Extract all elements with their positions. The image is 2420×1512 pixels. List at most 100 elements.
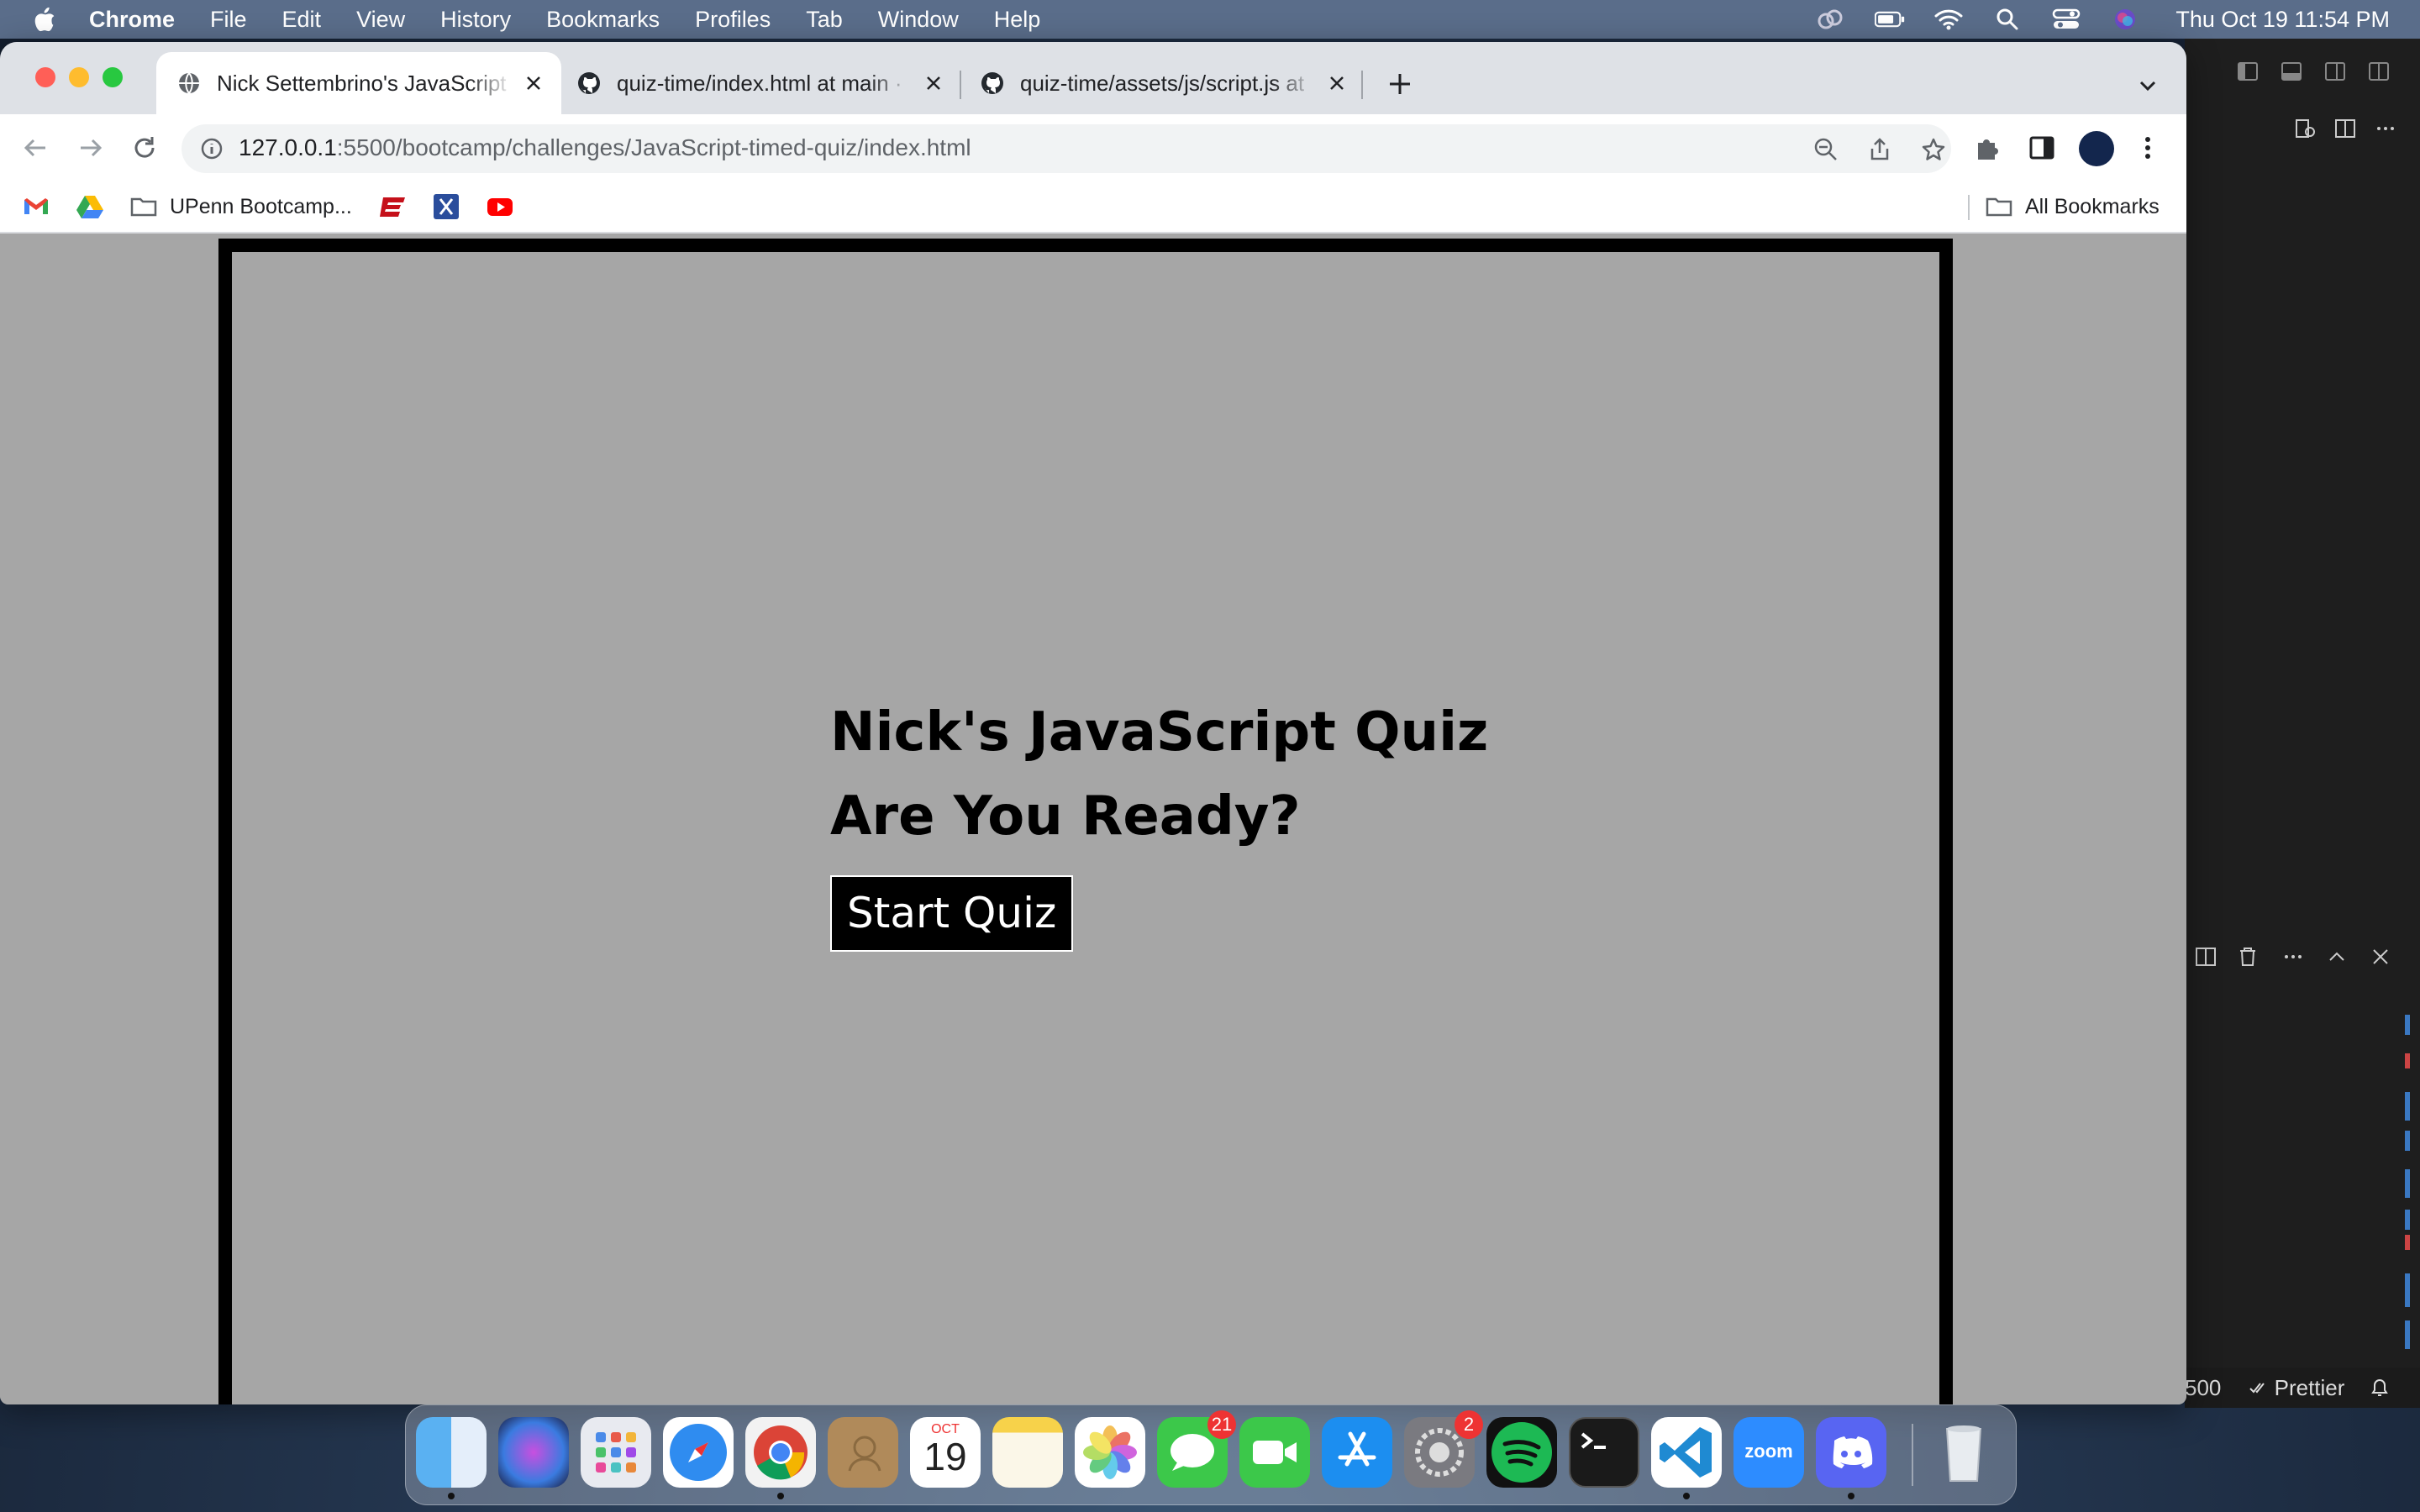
notes-icon[interactable] bbox=[992, 1417, 1063, 1488]
url-text[interactable]: 127.0.0.1:5500/bootcamp/challenges/JavaS… bbox=[239, 134, 971, 161]
youtube-icon bbox=[487, 198, 513, 216]
macos-dock: OCT 19 21 2 zoom bbox=[405, 1404, 2017, 1505]
layout-customize-icon[interactable] bbox=[2368, 60, 2390, 82]
window-minimize-button[interactable] bbox=[69, 67, 89, 87]
tab-github-index[interactable]: quiz-time/index.html at main · bbox=[556, 52, 961, 114]
siri-app-icon[interactable] bbox=[498, 1417, 569, 1488]
start-quiz-button[interactable]: Start Quiz bbox=[830, 875, 1074, 952]
split-editor-icon[interactable] bbox=[2334, 118, 2356, 139]
zoom-app-icon[interactable]: zoom bbox=[1733, 1417, 1804, 1488]
extensions-puzzle-icon[interactable] bbox=[1973, 133, 2003, 163]
launchpad-icon[interactable] bbox=[581, 1417, 651, 1488]
toggle-secondary-sidebar-icon[interactable] bbox=[2324, 60, 2346, 82]
zoom-out-icon[interactable] bbox=[1813, 137, 1839, 162]
tab-search-chevron-icon[interactable] bbox=[2136, 74, 2160, 97]
scroll-marker bbox=[2405, 1235, 2410, 1250]
bookmark-youtube[interactable] bbox=[486, 192, 514, 222]
safari-icon[interactable] bbox=[663, 1417, 734, 1488]
bookmark-folder-upenn[interactable]: UPenn Bootcamp... bbox=[129, 192, 352, 222]
menu-history[interactable]: History bbox=[440, 7, 511, 33]
scroll-marker bbox=[2405, 1092, 2410, 1121]
bookmark-all-bookmarks[interactable]: All Bookmarks bbox=[1985, 192, 2160, 222]
bell-icon[interactable] bbox=[2370, 1377, 2390, 1399]
menu-profiles[interactable]: Profiles bbox=[695, 7, 771, 33]
finder-icon[interactable] bbox=[416, 1417, 487, 1488]
facetime-icon[interactable] bbox=[1239, 1417, 1310, 1488]
dock-divider bbox=[1912, 1424, 1913, 1486]
tab-github-script[interactable]: quiz-time/assets/js/script.js at bbox=[960, 52, 1365, 114]
profile-avatar[interactable] bbox=[2079, 131, 2114, 166]
menu-view[interactable]: View bbox=[356, 7, 405, 33]
forward-arrow-icon[interactable] bbox=[76, 133, 106, 163]
discord-icon[interactable] bbox=[1816, 1417, 1886, 1488]
creative-cloud-icon[interactable] bbox=[1816, 7, 1846, 32]
menu-app-name[interactable]: Chrome bbox=[89, 7, 175, 33]
split-terminal-icon[interactable] bbox=[2195, 946, 2217, 968]
scroll-marker bbox=[2405, 1320, 2410, 1349]
system-settings-icon[interactable]: 2 bbox=[1404, 1410, 1483, 1488]
spotlight-search-icon[interactable] bbox=[1992, 7, 2023, 32]
menubar-clock[interactable]: Thu Oct 19 11:54 PM bbox=[2175, 7, 2390, 33]
toggle-sidebar-icon[interactable] bbox=[2237, 60, 2259, 82]
apple-menu-icon[interactable] bbox=[32, 6, 57, 33]
github-icon bbox=[578, 72, 600, 94]
open-changes-icon[interactable] bbox=[2294, 118, 2316, 139]
menu-tab[interactable]: Tab bbox=[806, 7, 843, 33]
menu-edit[interactable]: Edit bbox=[282, 7, 322, 33]
close-tab-icon[interactable] bbox=[1328, 74, 1346, 92]
prettier-status[interactable]: Prettier bbox=[2249, 1375, 2344, 1401]
url-path: :5500/bootcamp/challenges/JavaScript-tim… bbox=[336, 134, 971, 160]
quiz-subtitle: Are You Ready? bbox=[830, 785, 1301, 848]
chrome-app-icon[interactable] bbox=[745, 1417, 816, 1488]
tab-quiz-page[interactable]: Nick Settembrino's JavaScript bbox=[156, 52, 561, 114]
siri-icon[interactable] bbox=[2110, 7, 2140, 32]
reload-icon[interactable] bbox=[129, 133, 160, 163]
maximize-panel-icon[interactable] bbox=[2326, 946, 2348, 968]
share-icon[interactable] bbox=[1867, 137, 1892, 162]
address-bar[interactable]: 127.0.0.1:5500/bootcamp/challenges/JavaS… bbox=[182, 124, 1951, 173]
menu-help[interactable]: Help bbox=[994, 7, 1041, 33]
url-host: 127.0.0.1 bbox=[239, 134, 337, 160]
browser-toolbar: 127.0.0.1:5500/bootcamp/challenges/JavaS… bbox=[0, 114, 2186, 181]
close-tab-icon[interactable] bbox=[524, 74, 543, 92]
window-zoom-button[interactable] bbox=[103, 67, 123, 87]
contacts-icon[interactable] bbox=[828, 1417, 898, 1488]
running-indicator bbox=[448, 1493, 455, 1499]
control-center-icon[interactable] bbox=[2051, 7, 2081, 32]
trash-bin-icon[interactable] bbox=[1928, 1417, 1999, 1488]
vscode-app-icon[interactable] bbox=[1651, 1417, 1722, 1488]
window-close-button[interactable] bbox=[35, 67, 55, 87]
bookmark-gmail[interactable] bbox=[22, 192, 50, 222]
menu-window[interactable]: Window bbox=[878, 7, 959, 33]
menu-bookmarks[interactable]: Bookmarks bbox=[546, 7, 660, 33]
app-store-icon[interactable] bbox=[1322, 1417, 1392, 1488]
bookmark-espn[interactable] bbox=[378, 192, 407, 222]
toggle-panel-icon[interactable] bbox=[2281, 60, 2302, 82]
folder-icon bbox=[130, 197, 157, 217]
side-panel-icon[interactable] bbox=[2027, 133, 2057, 163]
live-server-port[interactable]: 500 bbox=[2185, 1375, 2221, 1401]
terminal-icon[interactable] bbox=[1569, 1417, 1639, 1488]
spotify-icon[interactable] bbox=[1486, 1417, 1557, 1488]
site-info-icon[interactable] bbox=[200, 137, 224, 160]
close-tab-icon[interactable] bbox=[924, 74, 943, 92]
close-panel-icon[interactable] bbox=[2370, 946, 2391, 968]
new-tab-icon[interactable] bbox=[1386, 71, 1413, 97]
more-actions-icon[interactable] bbox=[2375, 118, 2396, 139]
messages-icon[interactable]: 21 bbox=[1157, 1410, 1236, 1488]
menu-file[interactable]: File bbox=[210, 7, 247, 33]
wifi-icon[interactable] bbox=[1933, 7, 1964, 32]
photos-icon[interactable] bbox=[1075, 1417, 1145, 1488]
calendar-icon[interactable]: OCT 19 bbox=[910, 1417, 981, 1488]
battery-icon[interactable] bbox=[1875, 7, 1905, 32]
bookmark-star-icon[interactable] bbox=[1921, 137, 1946, 162]
bookmarks-separator bbox=[1968, 195, 1970, 220]
chrome-menu-icon[interactable] bbox=[2133, 133, 2163, 163]
back-arrow-icon[interactable] bbox=[20, 133, 50, 163]
scroll-marker bbox=[2405, 1053, 2410, 1068]
bookmark-google-drive[interactable] bbox=[76, 192, 104, 222]
running-indicator bbox=[1683, 1493, 1690, 1499]
trash-icon[interactable] bbox=[2237, 946, 2259, 968]
panel-more-icon[interactable] bbox=[2282, 946, 2304, 968]
bookmark-sports-app[interactable] bbox=[432, 192, 460, 222]
